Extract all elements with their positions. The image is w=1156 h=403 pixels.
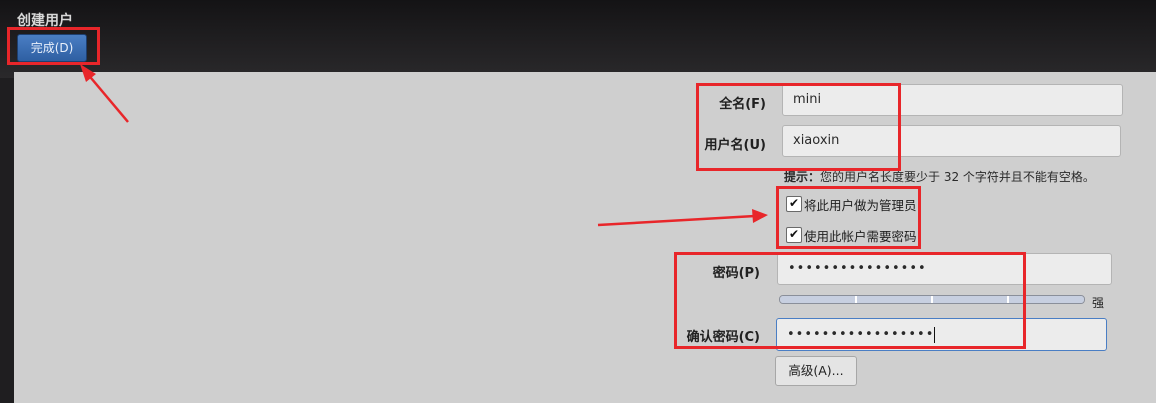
annotation-arrowhead [752, 209, 768, 223]
annotation-arrows [80, 64, 768, 227]
annotation-arrow-line [85, 71, 129, 123]
annotation-arrow-line [597, 214, 756, 227]
